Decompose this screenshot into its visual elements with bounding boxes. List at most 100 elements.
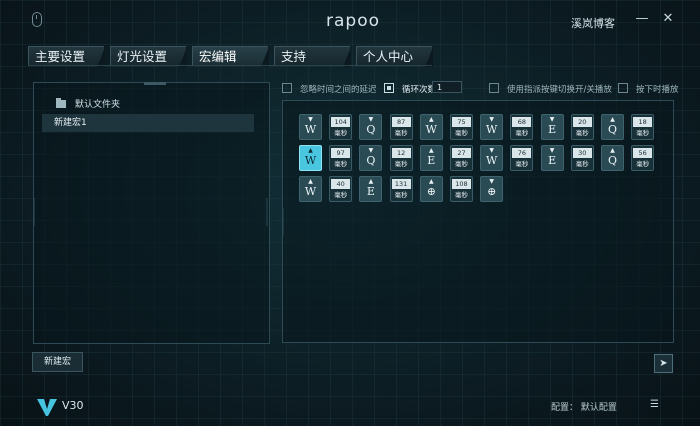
key-label: ⊕ <box>487 185 497 198</box>
key-label: W <box>304 123 317 136</box>
tab-underline <box>28 65 432 66</box>
menu-icon[interactable]: ☰ <box>650 399 659 410</box>
toggle-checkbox[interactable] <box>489 83 499 93</box>
close-button[interactable]: ✕ <box>659 10 677 28</box>
macro-key-event[interactable]: ▼ W <box>299 114 322 140</box>
key-label: W <box>486 154 498 167</box>
send-icon[interactable]: ➤ <box>654 354 673 373</box>
model-name: V30 <box>62 399 84 412</box>
macro-delay[interactable]: 20 毫秒 <box>570 114 594 140</box>
macro-delay[interactable]: 87 毫秒 <box>389 114 413 140</box>
delay-value[interactable]: 87 <box>391 117 411 127</box>
macro-delay[interactable]: 76 毫秒 <box>510 145 534 171</box>
delay-value[interactable]: 75 <box>452 117 471 127</box>
macro-key-event[interactable]: ▼ ⊕ <box>480 176 504 202</box>
delay-value[interactable]: 20 <box>572 117 592 127</box>
macro-key-event[interactable]: ▼ W <box>480 145 504 171</box>
tab-main-settings[interactable]: 主要设置 <box>28 46 105 67</box>
hold-label: 按下时播放 <box>636 85 679 95</box>
macro-delay[interactable]: 131 毫秒 <box>389 176 413 202</box>
ignore-delay-checkbox[interactable] <box>282 83 292 93</box>
delay-value[interactable]: 12 <box>391 148 411 158</box>
macro-delay[interactable]: 12 毫秒 <box>389 145 413 171</box>
delay-unit: 毫秒 <box>515 129 529 137</box>
macro-key-event[interactable]: ▼ W <box>480 114 504 140</box>
macro-key-event[interactable]: ▲ W <box>299 176 322 202</box>
delay-unit: 毫秒 <box>455 160 468 168</box>
folder-label: 默认文件夹 <box>75 100 121 110</box>
new-macro-button[interactable]: 新建宏 <box>32 352 83 372</box>
delay-unit: 毫秒 <box>575 160 589 168</box>
delay-unit: 毫秒 <box>515 160 529 168</box>
key-label: Q <box>607 154 618 167</box>
key-label: E <box>427 154 436 167</box>
macro-delay[interactable]: 75 毫秒 <box>450 114 473 140</box>
macro-key-event[interactable]: ▲ ⊕ <box>419 176 443 202</box>
key-label: Q <box>366 123 376 136</box>
macro-delay[interactable]: 108 毫秒 <box>450 176 473 202</box>
delay-value[interactable]: 40 <box>331 179 351 189</box>
macro-delay[interactable]: 56 毫秒 <box>631 145 655 171</box>
toggle-option[interactable]: 使用指派按键切换开/关播放 <box>489 83 612 95</box>
macro-delay[interactable]: 18 毫秒 <box>631 114 655 140</box>
macro-delay[interactable]: 97 毫秒 <box>329 145 353 171</box>
tab-macro-editor[interactable]: 宏编辑 <box>192 46 269 67</box>
delay-value[interactable]: 131 <box>391 179 411 189</box>
tab-profile[interactable]: 个人中心 <box>356 46 433 67</box>
delay-unit: 毫秒 <box>455 191 468 199</box>
macro-delay[interactable]: 27 毫秒 <box>450 145 473 171</box>
macro-key-event[interactable]: ▲ Q <box>601 145 624 171</box>
macro-key-event[interactable]: ▼ E <box>540 145 564 171</box>
delay-value[interactable]: 56 <box>633 148 653 158</box>
macro-delay[interactable]: 30 毫秒 <box>570 145 594 171</box>
delay-value[interactable]: 68 <box>512 117 532 127</box>
macro-key-event[interactable]: ▼ E <box>540 114 564 140</box>
folder-icon <box>56 98 66 108</box>
macro-key-event[interactable]: ▼ Q <box>359 114 383 140</box>
toggle-label: 使用指派按键切换开/关播放 <box>507 85 612 95</box>
minimize-button[interactable]: — <box>633 10 651 28</box>
loop-option[interactable]: 循环次数 <box>384 83 436 95</box>
delay-value[interactable]: 76 <box>512 148 532 158</box>
macro-key-event[interactable]: ▲ W <box>419 114 443 140</box>
ignore-delay-option[interactable]: 忽略时间之间的延迟 <box>282 83 377 95</box>
rapoo-logo: rapoo <box>326 11 380 31</box>
macro-sequence-panel: ▼ W 104 毫秒 ▼ Q 87 毫秒 ▲ W 75 毫秒 ▼ W 68 毫秒 ▼ E 20 毫秒 ▲ Q 18 毫秒 ▲ W 9… <box>282 100 674 343</box>
key-label: E <box>548 123 557 136</box>
delay-value[interactable]: 108 <box>452 179 471 189</box>
delay-value[interactable]: 97 <box>331 148 351 158</box>
macro-delay[interactable]: 68 毫秒 <box>510 114 534 140</box>
macro-delay[interactable]: 40 毫秒 <box>329 176 353 202</box>
delay-unit: 毫秒 <box>334 129 348 137</box>
key-label: W <box>486 123 498 136</box>
user-name[interactable]: 溪岚博客 <box>571 15 615 31</box>
macro-key-event[interactable]: ▲ Q <box>601 114 624 140</box>
tab-lighting[interactable]: 灯光设置 <box>110 46 187 67</box>
delay-value[interactable]: 27 <box>452 148 471 158</box>
macro-key-event[interactable]: ▼ Q <box>359 145 383 171</box>
macro-item[interactable]: 新建宏1 <box>42 114 254 132</box>
default-folder[interactable]: 默认文件夹 <box>56 97 120 110</box>
tab-support[interactable]: 支持 <box>274 46 351 67</box>
key-label: E <box>548 154 557 167</box>
macro-key-event[interactable]: ▲ W <box>299 145 322 171</box>
macro-delay[interactable]: 104 毫秒 <box>329 114 353 140</box>
delay-value[interactable]: 104 <box>331 117 351 127</box>
hold-checkbox[interactable] <box>618 83 628 93</box>
delay-value[interactable]: 30 <box>572 148 592 158</box>
macro-key-event[interactable]: ▲ E <box>359 176 383 202</box>
loop-count-input[interactable]: 1 <box>432 81 462 93</box>
delay-unit: 毫秒 <box>394 191 408 199</box>
key-label: W <box>304 185 317 198</box>
macro-key-event[interactable]: ▲ E <box>419 145 443 171</box>
delay-value[interactable]: 18 <box>633 117 653 127</box>
hold-option[interactable]: 按下时播放 <box>618 83 679 95</box>
key-label: W <box>304 154 317 167</box>
v-logo-icon <box>37 399 57 416</box>
current-config[interactable]: 配置： 默认配置 <box>551 400 617 413</box>
loop-checkbox[interactable] <box>384 83 394 93</box>
key-label: ⊕ <box>426 185 436 198</box>
key-label: Q <box>366 154 376 167</box>
ignore-delay-label: 忽略时间之间的延迟 <box>300 85 377 95</box>
delay-unit: 毫秒 <box>334 191 348 199</box>
